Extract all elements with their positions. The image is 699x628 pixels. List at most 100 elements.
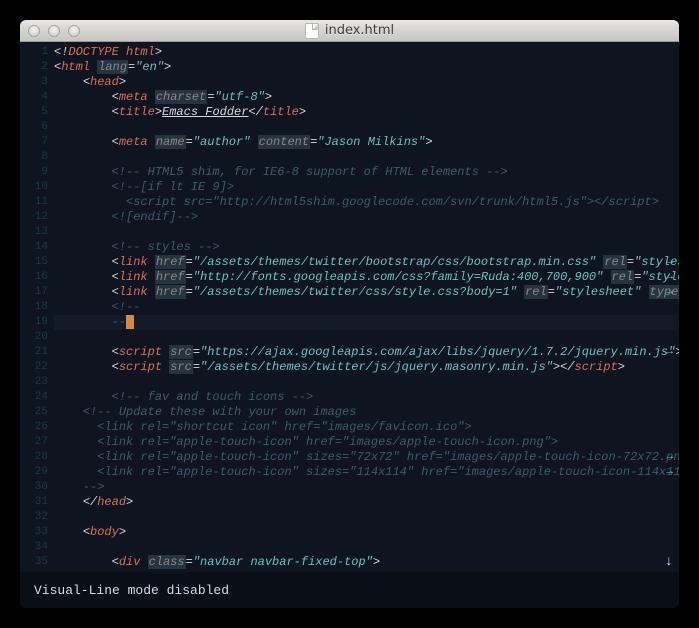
code-line[interactable] (54, 225, 677, 240)
attr-name: type (649, 285, 679, 299)
tag-name: link (119, 285, 148, 299)
attr-name: class (148, 555, 186, 569)
comment-text: <link rel="shortcut icon" href="images/f… (97, 420, 471, 434)
code-line[interactable]: <!DOCTYPE html> (54, 45, 677, 60)
attr-value: "http://fonts.googleapis.com/css?family=… (193, 270, 603, 284)
attr-value: "/assets/themes/twitter/js/jquery.masonr… (200, 360, 553, 374)
titlebar[interactable]: index.html (20, 20, 679, 42)
code-line[interactable]: <div class="navbar navbar-fixed-top"> (54, 555, 677, 570)
line-number: 8 (20, 150, 48, 165)
code-line[interactable]: <body> (54, 525, 677, 540)
line-number: 26 (20, 420, 48, 435)
code-line[interactable]: --> (54, 480, 677, 495)
code-line[interactable]: <link rel="shortcut icon" href="images/f… (54, 420, 677, 435)
line-number: 10 (20, 180, 48, 195)
attr-name: rel (611, 270, 635, 284)
code-line[interactable]: <link href="/assets/themes/twitter/boots… (54, 255, 677, 270)
code-line[interactable]: <script src="http://html5shim.googlecode… (54, 195, 677, 210)
comment-text: <!-- (112, 300, 141, 314)
wrap-arrow-icon: → (666, 345, 673, 360)
code-line[interactable]: <link href="http://fonts.googleapis.com/… (54, 270, 677, 285)
attr-value: "Jason Milkins" (317, 135, 425, 149)
code-line[interactable]: <link rel="apple-touch-icon" sizes="114x… (54, 465, 677, 480)
code-line[interactable]: -- (54, 315, 677, 330)
line-number: 1 (20, 45, 48, 60)
code-line[interactable]: <meta name="author" content="Jason Milki… (54, 135, 677, 150)
attr-value: "/assets/themes/twitter/bootstrap/css/bo… (193, 255, 596, 269)
attr-name: lang (97, 60, 128, 74)
line-number: 20 (20, 330, 48, 345)
attr-name: charset (155, 90, 207, 104)
tag-name: body (90, 525, 119, 539)
status-text: Visual-Line mode disabled (34, 583, 229, 598)
line-number: 32 (20, 510, 48, 525)
line-number: 34 (20, 540, 48, 555)
attr-name: href (155, 285, 186, 299)
traffic-lights (28, 25, 80, 37)
code-line[interactable]: <html lang="en"> (54, 60, 677, 75)
close-button[interactable] (28, 25, 40, 37)
tag-name: title (263, 105, 299, 119)
line-number: 29 (20, 465, 48, 480)
code-line[interactable]: <script src="https://ajax.googleapis.com… (54, 345, 677, 360)
code-line[interactable]: <!-- (54, 300, 677, 315)
code-line[interactable]: <link href="/assets/themes/twitter/css/s… (54, 285, 677, 300)
comment-text: <![endif]--> (112, 210, 198, 224)
tag-name: head (97, 495, 126, 509)
line-number: 21 (20, 345, 48, 360)
code-line[interactable] (54, 330, 677, 345)
code-line[interactable]: <!-- styles --> (54, 240, 677, 255)
code-line[interactable]: <!-- fav and touch icons --> (54, 390, 677, 405)
line-number: 19 (20, 315, 48, 330)
wrap-arrow-icon: → (666, 270, 673, 285)
comment-text: <!-- HTML5 shim, for IE6-8 support of HT… (112, 165, 508, 179)
code-line[interactable]: <script src="/assets/themes/twitter/js/j… (54, 360, 677, 375)
code-line[interactable]: <title>Emacs Fodder</title> (54, 105, 677, 120)
window-title: index.html (325, 23, 394, 38)
line-number: 17 (20, 285, 48, 300)
code-line[interactable]: <meta charset="utf-8"> (54, 90, 677, 105)
code-line[interactable]: <![endif]--> (54, 210, 677, 225)
line-number: 5 (20, 105, 48, 120)
zoom-button[interactable] (68, 25, 80, 37)
attr-value: "utf-8" (214, 90, 264, 104)
tag-name: meta (119, 90, 148, 104)
line-number: 16 (20, 270, 48, 285)
code-line[interactable]: <!-- HTML5 shim, for IE6-8 support of HT… (54, 165, 677, 180)
code-line[interactable] (54, 510, 677, 525)
file-icon (305, 23, 319, 39)
code-line[interactable]: <!--[if lt IE 9]> (54, 180, 677, 195)
text-content: Emacs Fodder (162, 105, 248, 119)
code-line[interactable] (54, 375, 677, 390)
code-line[interactable]: <link rel="apple-touch-icon" href="image… (54, 435, 677, 450)
tag-name: html (61, 60, 90, 74)
line-number: 24 (20, 390, 48, 405)
minimize-button[interactable] (48, 25, 60, 37)
line-number: 7 (20, 135, 48, 150)
code-line[interactable] (54, 540, 677, 555)
code-line[interactable]: </head> (54, 495, 677, 510)
code-line[interactable]: <!-- Update these with your own images (54, 405, 677, 420)
attr-name: rel (603, 255, 627, 269)
line-number: 13 (20, 225, 48, 240)
line-number: 11 (20, 195, 48, 210)
code-line[interactable]: <link rel="apple-touch-icon" sizes="72x7… (54, 450, 677, 465)
tag-name: meta (119, 135, 148, 149)
attr-value: "stylesheet" (555, 285, 641, 299)
code-area[interactable]: <!DOCTYPE html><html lang="en"> <head> <… (54, 42, 679, 572)
code-line[interactable]: <head> (54, 75, 677, 90)
line-number: 4 (20, 90, 48, 105)
attr-value: "/assets/themes/twitter/css/style.css?bo… (193, 285, 517, 299)
code-line[interactable] (54, 120, 677, 135)
code-line[interactable] (54, 150, 677, 165)
minibuffer: Visual-Line mode disabled (20, 572, 679, 608)
editor-area[interactable]: 1234567891011121314151617181920212223242… (20, 42, 679, 572)
line-number: 30 (20, 480, 48, 495)
wrap-arrow-icon: → (666, 465, 673, 480)
line-number: 25 (20, 405, 48, 420)
attr-value: "https://ajax.googleapis.com/ajax/libs/j… (200, 345, 675, 359)
line-number: 35 (20, 555, 48, 570)
attr-name: rel (524, 285, 548, 299)
scroll-arrow-down-icon: ↓ (665, 554, 673, 570)
wrap-arrow-icon: → (666, 255, 673, 270)
